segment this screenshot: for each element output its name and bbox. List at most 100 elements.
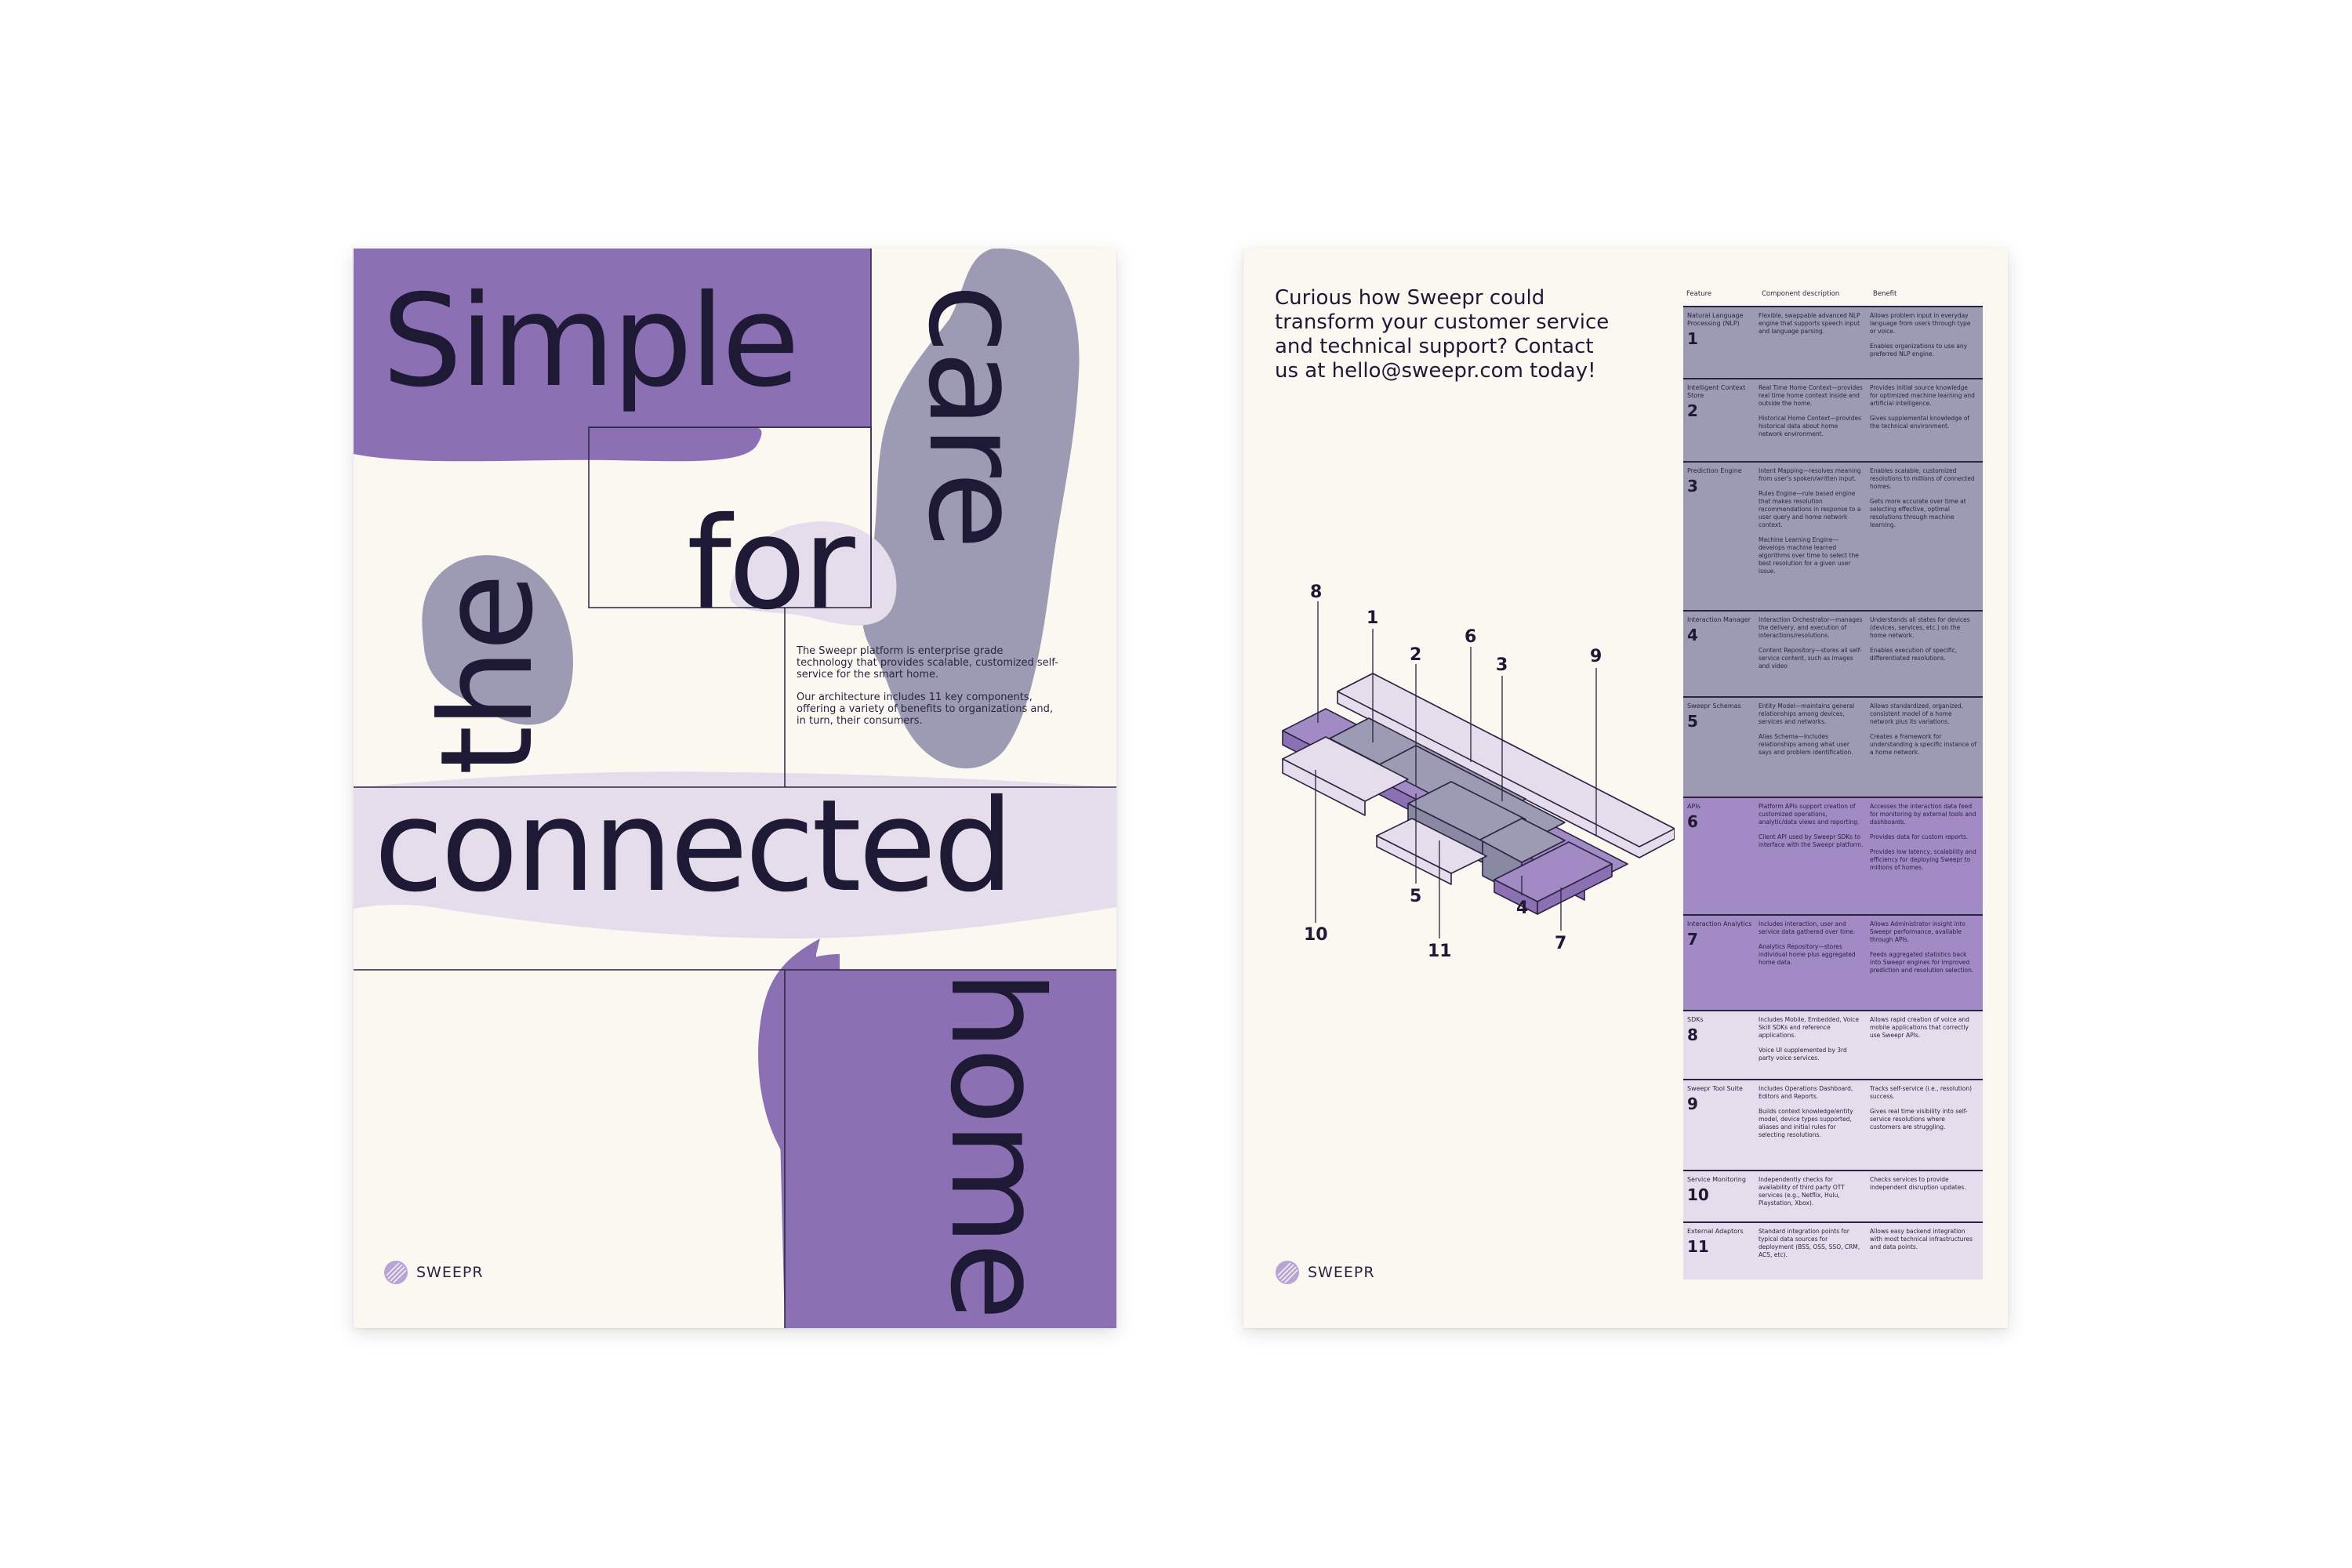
word-home: home	[922, 970, 1069, 1318]
word-connected: connected	[374, 773, 1014, 920]
feature-number: 8	[1687, 1025, 1698, 1044]
description-cell: Includes Operations Dashboard, Editors a…	[1759, 1085, 1870, 1170]
table-row: Natural Language Processing (NLP) 1 Flexib…	[1683, 306, 1983, 378]
poster-architecture: Curious how Sweepr could transform your …	[1243, 249, 2008, 1328]
diagram-label-10: 10	[1304, 925, 1328, 945]
header-component-description: Component description	[1762, 290, 1840, 298]
benefit-cell: Allows easy backend integration with mos…	[1870, 1228, 1983, 1279]
feature-name: Interaction Analytics	[1687, 920, 1752, 927]
benefit-cell: Enables scalable, customized resolutions…	[1870, 467, 1983, 610]
diagram-label-9: 9	[1590, 647, 1602, 666]
description-text: Independently checks for availability of…	[1759, 1176, 1845, 1207]
sweepr-logo-text: SWEEPR	[1308, 1264, 1375, 1281]
benefit-text: Understands all states for devices (devi…	[1870, 616, 1970, 639]
sweepr-logo: SWEEPR	[1275, 1260, 1375, 1285]
feature-number: 9	[1687, 1094, 1698, 1113]
feature-name: Interaction Manager	[1687, 616, 1751, 623]
word-care: care	[900, 284, 1047, 547]
table-row: Intelligent Context Store 2 Real Time Home…	[1683, 378, 1983, 461]
benefit-text: Enables organizations to use any preferr…	[1870, 343, 1968, 358]
word-for: for	[687, 491, 855, 638]
description-text: Alias Schema—Includes relationships amon…	[1759, 733, 1853, 756]
description-text: Intent Mapping—resolves meaning from use…	[1759, 467, 1861, 482]
benefit-cell: Allows standardized, organized, consiste…	[1870, 702, 1983, 797]
feature-number: 10	[1687, 1185, 1709, 1204]
description-text: Includes interaction, user and service d…	[1759, 920, 1856, 935]
benefit-text: Provides data for custom reports.	[1870, 833, 1969, 840]
sweepr-logo: SWEEPR	[383, 1260, 484, 1285]
feature-cell: Natural Language Processing (NLP) 1	[1683, 312, 1759, 378]
feature-cell: SDKs 8	[1683, 1016, 1759, 1079]
benefit-text: Allows problem input in everyday languag…	[1870, 312, 1971, 335]
feature-cell: Sweepr Schemas 5	[1683, 702, 1759, 797]
feature-name: Intelligent Context Store	[1687, 384, 1746, 399]
description-text: Client API used by Sweepr SDKs to interf…	[1759, 833, 1864, 848]
feature-name: Prediction Engine	[1687, 467, 1742, 474]
description-text: Includes Mobile, Embedded, Voice Skill S…	[1759, 1016, 1860, 1039]
description-text: Historical Home Context—provides histori…	[1759, 415, 1862, 437]
feature-number: 7	[1687, 930, 1698, 949]
description-text: Interaction Orchestrator—manages the del…	[1759, 616, 1863, 639]
feature-number: 1	[1687, 329, 1698, 348]
intro-text: The Sweepr platform is enterprise grade …	[797, 645, 1059, 738]
intro-paragraph-2: Our architecture includes 11 key compone…	[797, 691, 1053, 727]
diagram-label-8: 8	[1310, 583, 1322, 602]
benefit-cell: Tracks self-service (i.e., resolution) s…	[1870, 1085, 1983, 1170]
benefit-text: Allows rapid creation of voice and mobil…	[1870, 1016, 1969, 1039]
table-row: SDKs 8 Includes Mobile, Embedded, Voice Sk…	[1683, 1010, 1983, 1079]
table-row: Prediction Engine 3 Intent Mapping—resolve…	[1683, 461, 1983, 610]
description-text: Content Repository—stores all self-servi…	[1759, 647, 1862, 670]
feature-cell: Sweepr Tool Suite 9	[1683, 1085, 1759, 1170]
feature-name: Sweepr Schemas	[1687, 702, 1741, 710]
benefit-text: Gets more accurate over time at selectin…	[1870, 498, 1966, 528]
feature-cell: APIs 6	[1683, 803, 1759, 914]
description-cell: Platform APIs support creation of custom…	[1759, 803, 1870, 914]
purple-blob-top	[354, 427, 762, 462]
benefit-text: Allows Administrator insight into Sweepr…	[1870, 920, 1965, 943]
benefit-cell: Provides initial source knowledge for op…	[1870, 384, 1983, 461]
description-cell: Entity Model—maintains general relations…	[1759, 702, 1870, 797]
poster-simple-care: Simple care for the connected home The S…	[354, 249, 1116, 1328]
feature-number: 11	[1687, 1237, 1709, 1256]
description-text: Voice UI supplemented by 3rd party voice…	[1759, 1047, 1847, 1062]
diagram-label-1: 1	[1367, 608, 1378, 628]
table-header: Feature Component description Benefit	[1683, 282, 1983, 306]
table-row: APIs 6 Platform APIs support creation of c…	[1683, 797, 1983, 914]
feature-cell: External Adaptors 11	[1683, 1228, 1759, 1279]
benefit-text: Allows standardized, organized, consiste…	[1870, 702, 1964, 725]
feature-number: 6	[1687, 812, 1698, 831]
description-cell: Independently checks for availability of…	[1759, 1176, 1870, 1221]
cta-headline: Curious how Sweepr could transform your …	[1275, 286, 1610, 383]
description-cell: Intent Mapping—resolves meaning from use…	[1759, 467, 1870, 610]
feature-name: Natural Language Processing (NLP)	[1687, 312, 1744, 327]
description-text: Flexible, swappable advanced NLP engine …	[1759, 312, 1860, 335]
diagram-label-3: 3	[1496, 655, 1508, 675]
benefit-cell: Understands all states for devices (devi…	[1870, 616, 1983, 696]
description-text: Platform APIs support creation of custom…	[1759, 803, 1860, 826]
benefit-text: Enables execution of specific, different…	[1870, 647, 1958, 662]
intro-paragraph-1: The Sweepr platform is enterprise grade …	[797, 645, 1058, 681]
description-cell: Standard integration points for typical …	[1759, 1228, 1870, 1279]
word-simple: Simple	[382, 268, 800, 416]
components-table: Feature Component description Benefit Na…	[1683, 282, 1983, 1279]
table-row: Interaction Analytics 7 Includes interacti…	[1683, 914, 1983, 1010]
feature-number: 2	[1687, 401, 1698, 420]
feature-number: 4	[1687, 626, 1698, 644]
table-body: Natural Language Processing (NLP) 1 Flexib…	[1683, 306, 1983, 1279]
description-cell: Includes interaction, user and service d…	[1759, 920, 1870, 1010]
description-cell: Includes Mobile, Embedded, Voice Skill S…	[1759, 1016, 1870, 1079]
feature-name: Service Monitoring	[1687, 1176, 1746, 1183]
benefit-text: Gives real time visibility into self-ser…	[1870, 1108, 1968, 1131]
feature-number: 3	[1687, 477, 1698, 495]
sweepr-logo-icon	[384, 1261, 408, 1284]
benefit-cell: Accesses the interaction data feed for m…	[1870, 803, 1983, 914]
benefit-text: Provides low latency, scalability and ef…	[1870, 848, 1976, 871]
table-row: External Adaptors 11 Standard integration …	[1683, 1221, 1983, 1279]
benefit-text: Feeds aggregated statistics back into Sw…	[1870, 951, 1974, 974]
description-text: Real Time Home Context—provides real tim…	[1759, 384, 1863, 407]
header-benefit: Benefit	[1873, 290, 1897, 298]
feature-cell: Interaction Manager 4	[1683, 616, 1759, 696]
description-cell: Real Time Home Context—provides real tim…	[1759, 384, 1870, 461]
benefit-text: Allows easy backend integration with mos…	[1870, 1228, 1973, 1250]
benefit-cell: Allows rapid creation of voice and mobil…	[1870, 1016, 1983, 1079]
